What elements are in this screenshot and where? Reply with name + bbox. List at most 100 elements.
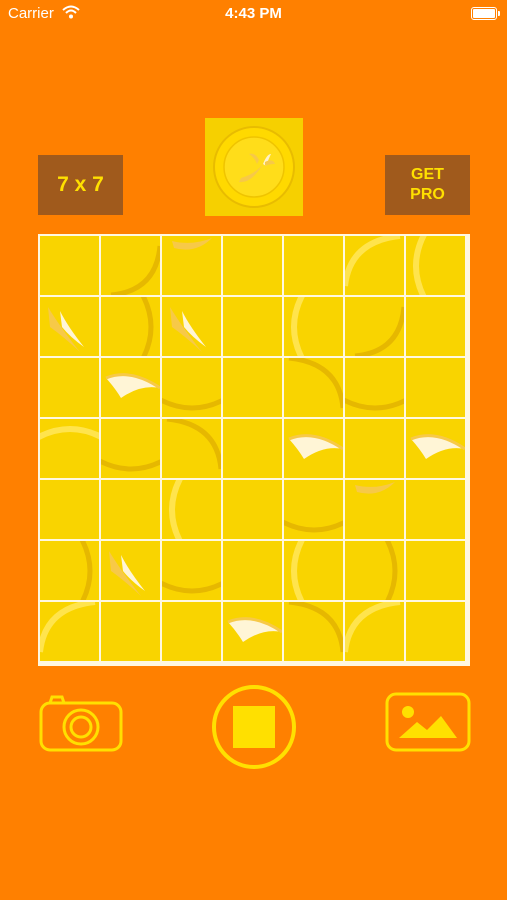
puzzle-tile[interactable]	[345, 358, 404, 417]
tile-image	[223, 541, 282, 600]
tile-image	[162, 580, 221, 594]
get-pro-button[interactable]: GET PRO	[385, 155, 470, 215]
tile-image	[227, 617, 282, 642]
puzzle-tile[interactable]	[101, 419, 160, 478]
status-bar: Carrier 4:43 PM	[0, 0, 507, 30]
puzzle-tile[interactable]	[284, 236, 343, 295]
puzzle-tile[interactable]	[101, 541, 160, 600]
puzzle-tile[interactable]	[406, 480, 465, 539]
grid-size-button[interactable]: 7 x 7	[38, 155, 123, 215]
puzzle-tile[interactable]	[284, 419, 343, 478]
tile-image	[109, 551, 145, 596]
puzzle-tile[interactable]	[406, 297, 465, 356]
tile-image	[410, 434, 465, 459]
tile-image	[223, 297, 282, 356]
puzzle-tile[interactable]	[284, 541, 343, 600]
tile-image	[345, 236, 401, 287]
image-icon	[385, 692, 471, 752]
tile-image	[101, 602, 160, 661]
tile-image	[48, 307, 84, 352]
puzzle-tile[interactable]	[406, 419, 465, 478]
tile-image	[354, 306, 404, 356]
puzzle-tile[interactable]	[101, 358, 160, 417]
tile-image	[288, 434, 343, 459]
tile-image	[169, 480, 183, 539]
tile-image	[355, 482, 395, 494]
banana-preview-icon	[213, 126, 295, 208]
puzzle-tile[interactable]	[162, 419, 221, 478]
puzzle-tile[interactable]	[223, 297, 282, 356]
puzzle-tile[interactable]	[223, 480, 282, 539]
puzzle-board	[38, 234, 470, 666]
puzzle-tile[interactable]	[345, 236, 404, 295]
puzzle-tile[interactable]	[345, 541, 404, 600]
puzzle-preview-image[interactable]	[205, 118, 303, 216]
tile-image	[223, 236, 282, 295]
puzzle-tile[interactable]	[40, 419, 99, 478]
camera-icon	[39, 695, 123, 752]
tile-image	[406, 358, 465, 417]
puzzle-tile[interactable]	[284, 297, 343, 356]
puzzle-tile[interactable]	[284, 480, 343, 539]
tile-image	[406, 602, 465, 661]
tile-image	[105, 373, 160, 398]
puzzle-tile[interactable]	[406, 358, 465, 417]
puzzle-tile[interactable]	[162, 480, 221, 539]
tile-image	[406, 541, 465, 600]
stop-button[interactable]	[211, 684, 297, 770]
tile-image	[170, 307, 206, 352]
tile-image	[288, 358, 343, 409]
tile-image	[110, 245, 160, 295]
puzzle-tile[interactable]	[162, 236, 221, 295]
puzzle-tile[interactable]	[40, 297, 99, 356]
puzzle-tile[interactable]	[223, 602, 282, 661]
camera-button[interactable]	[38, 693, 124, 753]
puzzle-tile[interactable]	[284, 602, 343, 661]
tile-image	[291, 297, 305, 356]
tile-image	[162, 397, 221, 411]
tile-image	[345, 397, 404, 411]
puzzle-tile[interactable]	[345, 297, 404, 356]
tile-image	[284, 236, 343, 295]
puzzle-tile[interactable]	[162, 602, 221, 661]
puzzle-tile[interactable]	[223, 419, 282, 478]
puzzle-tile[interactable]	[223, 541, 282, 600]
tile-image	[79, 541, 93, 600]
tile-image	[284, 519, 343, 533]
puzzle-tile[interactable]	[40, 541, 99, 600]
puzzle-tile[interactable]	[345, 419, 404, 478]
puzzle-tile[interactable]	[40, 358, 99, 417]
puzzle-tile[interactable]	[406, 236, 465, 295]
tile-image	[223, 419, 282, 478]
puzzle-tile[interactable]	[40, 602, 99, 661]
gallery-button[interactable]	[385, 692, 471, 752]
tile-image	[40, 358, 99, 417]
puzzle-tile[interactable]	[162, 297, 221, 356]
puzzle-tile[interactable]	[223, 236, 282, 295]
tile-image	[101, 480, 160, 539]
puzzle-tile[interactable]	[101, 480, 160, 539]
puzzle-tile[interactable]	[406, 541, 465, 600]
puzzle-tile[interactable]	[345, 602, 404, 661]
tile-image	[345, 419, 404, 478]
puzzle-tile[interactable]	[162, 541, 221, 600]
tile-image	[223, 358, 282, 417]
puzzle-tile[interactable]	[40, 236, 99, 295]
tile-image	[413, 236, 427, 295]
puzzle-tile[interactable]	[101, 602, 160, 661]
tile-image	[406, 297, 465, 356]
puzzle-tile[interactable]	[101, 236, 160, 295]
puzzle-tile[interactable]	[345, 480, 404, 539]
puzzle-tile[interactable]	[223, 358, 282, 417]
tile-image	[288, 602, 343, 653]
puzzle-tile[interactable]	[162, 358, 221, 417]
puzzle-tile[interactable]	[406, 602, 465, 661]
battery-icon	[471, 7, 500, 20]
stop-icon	[212, 685, 296, 769]
puzzle-tile[interactable]	[40, 480, 99, 539]
tile-image	[101, 458, 160, 472]
tile-image	[40, 426, 99, 440]
puzzle-tile[interactable]	[284, 358, 343, 417]
puzzle-tile[interactable]	[101, 297, 160, 356]
tile-image	[166, 419, 221, 470]
